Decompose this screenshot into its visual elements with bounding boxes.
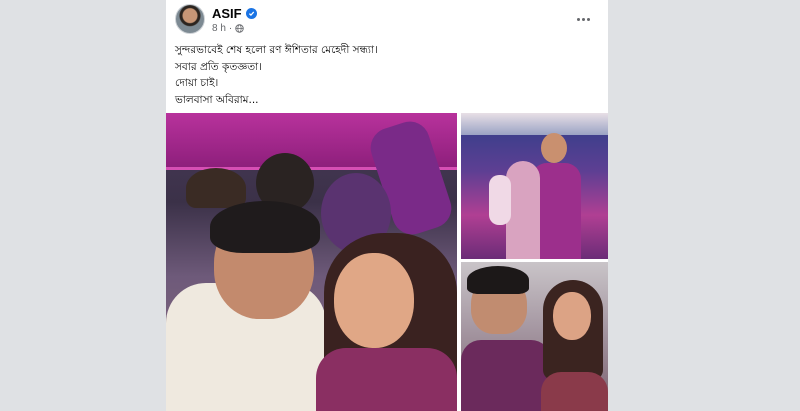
post-header: ASIF 8 h · xyxy=(166,0,608,42)
post-time[interactable]: 8 h xyxy=(212,23,226,34)
meta-separator: · xyxy=(228,23,233,34)
author-avatar[interactable] xyxy=(175,4,205,34)
post-text-line: সবার প্রতি কৃতজ্ঞতা। xyxy=(175,60,262,73)
author-name[interactable]: ASIF xyxy=(212,6,242,21)
photo-stage[interactable] xyxy=(461,113,608,259)
groom-outfit xyxy=(461,340,551,411)
bride-outfit xyxy=(316,348,457,411)
child-figure xyxy=(489,175,511,225)
guest-figure xyxy=(186,168,246,208)
bride-face xyxy=(334,253,414,348)
post-text-line: সুন্দরভাবেই শেষ হলো রণ ঈশিতার মেহেদী সন্… xyxy=(175,44,378,56)
post-card: ASIF 8 h · সুন্দরভাবেই শেষ হলো রণ ঈশিতার… xyxy=(166,0,608,411)
photo-main[interactable] xyxy=(166,113,457,411)
bride-outfit xyxy=(541,372,608,411)
flower-decor xyxy=(461,113,608,135)
groom-hair xyxy=(210,201,320,253)
author-name-row: ASIF xyxy=(212,5,257,21)
post-text-line: ভালবাসা অবিরাম... xyxy=(175,93,259,106)
more-options-icon[interactable] xyxy=(574,10,592,28)
photo-couple[interactable] xyxy=(461,262,608,411)
bride-face xyxy=(553,292,591,340)
man-face xyxy=(541,133,567,163)
post-text: সুন্দরভাবেই শেষ হলো রণ ঈশিতার মেহেদী সন্… xyxy=(175,42,595,108)
groom-hair xyxy=(467,266,529,294)
globe-icon xyxy=(235,24,244,33)
woman-figure xyxy=(506,161,540,259)
post-meta: 8 h · xyxy=(212,23,244,34)
verified-badge-icon xyxy=(245,7,257,19)
photo-grid xyxy=(166,113,608,411)
post-text-line: দোয়া চাই। xyxy=(175,77,219,89)
